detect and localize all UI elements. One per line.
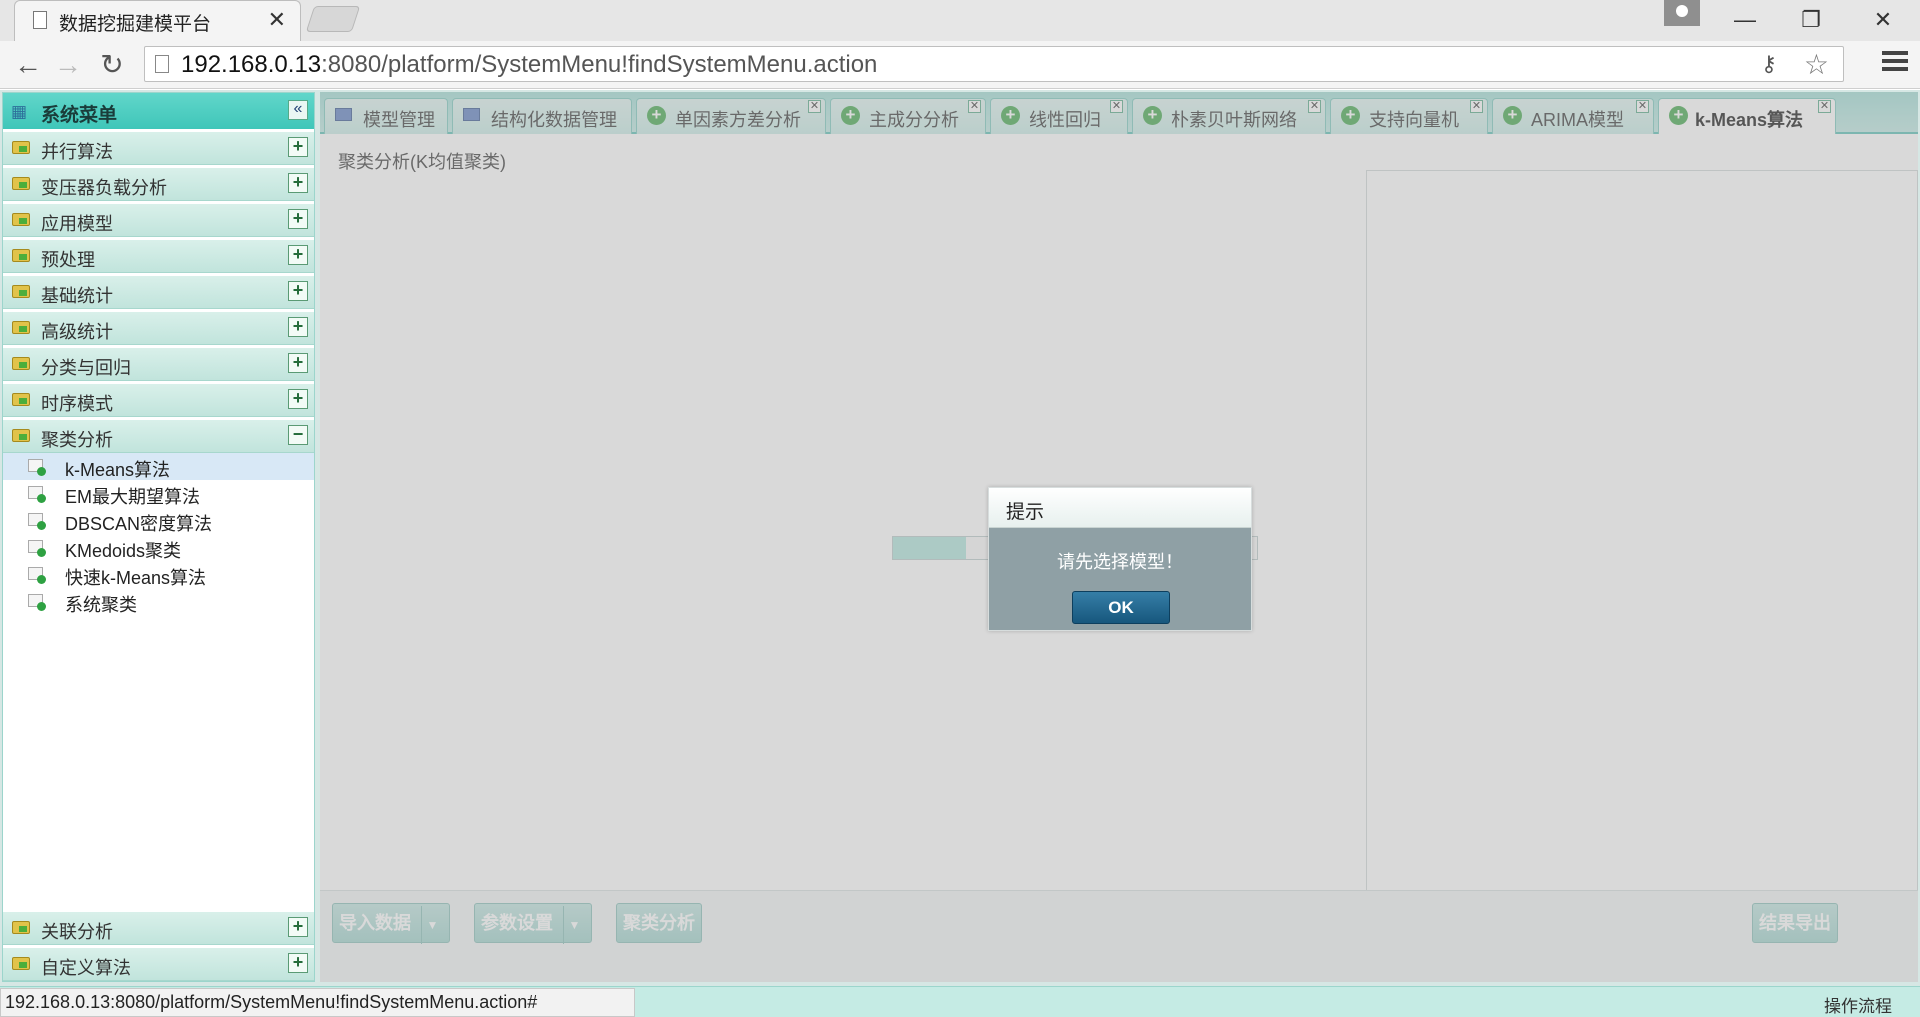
folder-icon — [12, 285, 30, 298]
sidebar-category[interactable]: 关联分析 + — [3, 912, 314, 945]
sidebar-category[interactable]: 高级统计 + — [3, 312, 314, 345]
expand-icon[interactable]: + — [288, 353, 308, 373]
page-icon — [33, 11, 47, 29]
browser-tab[interactable]: 数据挖掘建模平台 ✕ — [14, 0, 301, 41]
sidebar-category[interactable]: 时序模式 + — [3, 384, 314, 417]
expand-icon[interactable]: + — [288, 917, 308, 937]
add-page-icon — [28, 567, 46, 584]
sidebar-subitem[interactable]: k-Means算法 — [3, 453, 314, 480]
collapse-icon[interactable]: − — [288, 425, 308, 445]
expand-icon[interactable]: + — [288, 137, 308, 157]
reload-icon[interactable]: ↻ — [96, 49, 128, 81]
new-tab-button[interactable] — [305, 6, 361, 32]
browser-titlebar: 数据挖掘建模平台 ✕ — ❐ ✕ — [0, 0, 1920, 41]
user-profile-icon[interactable] — [1664, 0, 1700, 26]
sidebar-subitem[interactable]: KMedoids聚类 — [3, 534, 314, 561]
folder-icon — [12, 177, 30, 190]
folder-icon — [12, 213, 30, 226]
sidebar-subitem[interactable]: 快速k-Means算法 — [3, 561, 314, 588]
expand-icon[interactable]: + — [288, 245, 308, 265]
address-url: 192.168.0.13:8080/platform/SystemMenu!fi… — [181, 51, 878, 78]
sidebar-category[interactable]: 预处理 + — [3, 240, 314, 273]
collapse-sidebar-icon[interactable]: « — [288, 100, 308, 120]
add-page-icon — [28, 459, 46, 476]
close-window-button[interactable]: ✕ — [1850, 0, 1916, 40]
sidebar-title: 系统菜单 — [41, 105, 118, 126]
sidebar-subitem[interactable]: DBSCAN密度算法 — [3, 507, 314, 534]
sidebar-category[interactable]: 并行算法 + — [3, 132, 314, 165]
sidebar-category[interactable]: 分类与回归 + — [3, 348, 314, 381]
expand-icon[interactable]: + — [288, 173, 308, 193]
alert-dialog: 提示 请先选择模型！ OK — [988, 487, 1252, 631]
sidebar-subitem[interactable]: EM最大期望算法 — [3, 480, 314, 507]
expand-icon[interactable]: + — [288, 317, 308, 337]
browser-navbar: ← → ↻ 192.168.0.13:8080/platform/SystemM… — [0, 41, 1920, 89]
expand-icon[interactable]: + — [288, 953, 308, 973]
sidebar-category[interactable]: 变压器负载分析 + — [3, 168, 314, 201]
minimize-button[interactable]: — — [1712, 0, 1778, 40]
expand-icon[interactable]: + — [288, 281, 308, 301]
address-bar[interactable]: 192.168.0.13:8080/platform/SystemMenu!fi… — [144, 46, 1844, 82]
folder-icon — [12, 921, 30, 934]
folder-open-icon — [12, 429, 30, 442]
sidebar-category[interactable]: 基础统计 + — [3, 276, 314, 309]
browser-tab-title: 数据挖掘建模平台 — [59, 14, 212, 35]
key-icon[interactable]: ⚷ — [1761, 51, 1777, 77]
operation-flow-link[interactable]: 操作流程 — [1824, 992, 1892, 1017]
dialog-message: 请先选择模型！ — [1057, 552, 1183, 572]
sitemap-icon: ▦ — [11, 102, 28, 121]
page-info-icon — [155, 55, 169, 73]
add-page-icon — [28, 486, 46, 503]
dialog-header: 提示 — [989, 488, 1251, 528]
sidebar-header: ▦ 系统菜单 « — [3, 93, 314, 129]
status-url-tooltip: 192.168.0.13:8080/platform/SystemMenu!fi… — [0, 988, 635, 1017]
add-page-icon — [28, 540, 46, 557]
folder-icon — [12, 393, 30, 406]
expand-icon[interactable]: + — [288, 389, 308, 409]
sidebar-subitem[interactable]: 系统聚类 — [3, 588, 314, 615]
expand-icon[interactable]: + — [288, 209, 308, 229]
folder-icon — [12, 321, 30, 334]
sidebar-category-clustering[interactable]: 聚类分析 − — [3, 420, 314, 453]
ok-button[interactable]: OK — [1072, 591, 1170, 624]
add-page-icon — [28, 594, 46, 611]
system-menu-sidebar: ▦ 系统菜单 « 并行算法 + 变压器负载分析 + 应用模型 + 预处理 + 基础统计 +… — [2, 92, 315, 982]
sidebar-category[interactable]: 自定义算法 + — [3, 948, 314, 981]
bookmark-star-icon[interactable]: ☆ — [1804, 48, 1829, 81]
forward-arrow-icon[interactable]: → — [52, 49, 84, 81]
sidebar-bottom-categories: 关联分析 + 自定义算法 + — [3, 909, 314, 981]
folder-icon — [12, 249, 30, 262]
app-page: ▦ 系统菜单 « 并行算法 + 变压器负载分析 + 应用模型 + 预处理 + 基础统计 +… — [0, 90, 1920, 1017]
folder-icon — [12, 141, 30, 154]
close-tab-icon[interactable]: ✕ — [268, 7, 286, 33]
restore-button[interactable]: ❐ — [1778, 0, 1844, 40]
back-arrow-icon[interactable]: ← — [12, 49, 44, 81]
add-page-icon — [28, 513, 46, 530]
dialog-title: 提示 — [1006, 502, 1045, 523]
folder-icon — [12, 357, 30, 370]
sidebar-category[interactable]: 应用模型 + — [3, 204, 314, 237]
folder-icon — [12, 957, 30, 970]
browser-menu-icon[interactable] — [1882, 51, 1908, 75]
